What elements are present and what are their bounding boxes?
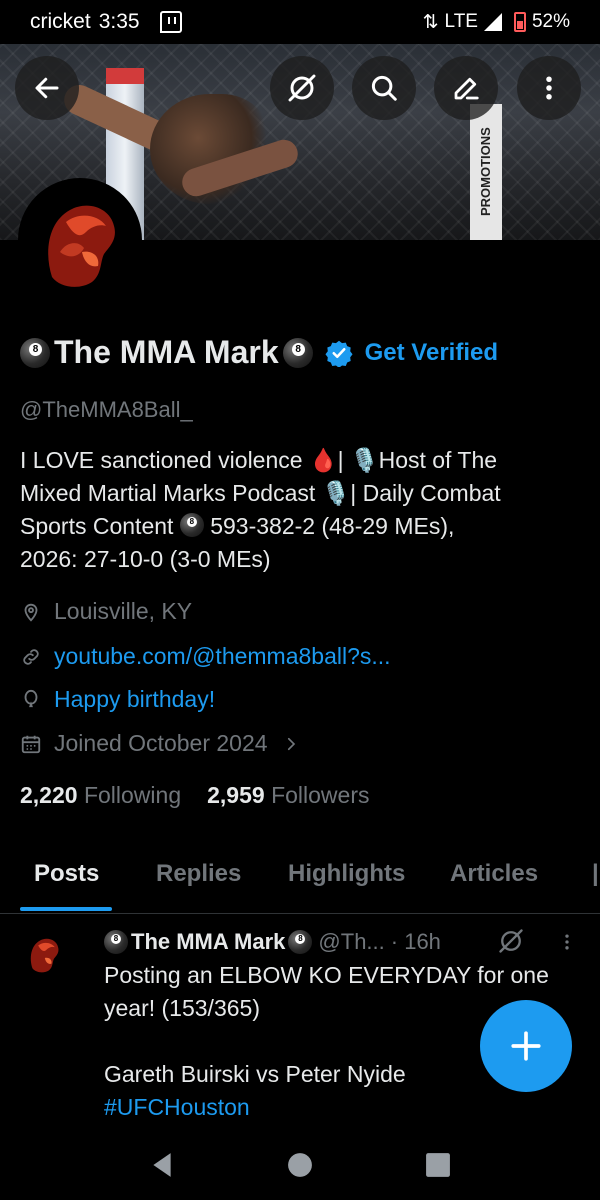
nav-back-icon[interactable] [149,1151,175,1179]
tweet-header: The MMA Mark @Th... · 16h [104,929,441,955]
following-count: 2,220 [20,782,78,808]
banner-sign: PROMOTIONS [470,104,502,240]
tweet-time: · 16h [390,929,441,954]
link-text[interactable]: youtube.com/@themma8ball?s... [54,643,391,670]
following-link[interactable]: 2,220 Following [20,782,181,809]
follow-counts: 2,220 Following 2,959 Followers [20,782,369,809]
battery-percent: 52% [531,11,570,32]
balloon-icon [24,689,38,707]
link-icon [23,648,39,665]
active-tab-indicator [20,907,112,911]
calendar-icon [21,735,41,753]
grok-icon[interactable] [497,927,525,955]
tweet-hashtag[interactable]: #UFCHouston [104,1091,584,1124]
profile-name-text: The MMA Mark [54,334,279,370]
get-verified-link[interactable]: Get Verified [365,339,498,367]
tweet-handle: @Th... [318,929,385,954]
battery-icon [513,12,526,32]
edit-button[interactable] [434,56,498,120]
edit-icon [454,77,479,100]
more-icon [546,76,552,100]
status-indicators: ⇅ LTE 52% [423,11,570,34]
eight-ball-icon [20,337,50,368]
location-text: Louisville, KY [54,598,193,624]
carrier-label: cricket [30,10,91,33]
grok-button[interactable] [270,56,334,120]
tweet-line: Posting an ELBOW KO EVERYDAY for one [104,962,549,988]
arrow-left-icon [35,77,59,99]
followers-link[interactable]: 2,959 Followers [207,782,369,809]
plus-icon [511,1031,541,1061]
compose-button[interactable] [480,1000,572,1092]
birthday-text[interactable]: Happy birthday! [54,686,215,713]
profile-location: Louisville, KY [20,598,192,625]
more-button[interactable] [517,56,581,120]
profile-joined[interactable]: Joined October 2024 [20,730,300,757]
location-pin-icon [24,603,38,622]
bio-text: 593-382-2 (48-29 MEs), [203,513,455,539]
signal-icon [483,13,502,31]
tab-replies[interactable]: Replies [156,860,241,888]
status-bar: cricket 3:35 ⇅ LTE 52% [0,0,600,44]
eight-ball-icon [179,513,204,537]
bio-line: Sports Content 593-382-2 (48-29 MEs), [20,510,585,543]
more-icon[interactable] [557,929,577,955]
tweet-avatar[interactable] [20,929,68,977]
tab-overflow[interactable]: | [592,860,600,886]
avatar-image [22,182,138,298]
followers-count: 2,959 [207,782,265,808]
followers-label: Followers [271,782,370,808]
profile-link[interactable]: youtube.com/@themma8ball?s... [20,643,391,670]
search-icon [371,75,397,101]
profile-name-row: The MMA Mark Get Verified [20,334,590,371]
chevron-right-icon [287,737,295,750]
profile-tabs: Posts Replies Highlights Articles | [0,840,600,914]
clock: 3:35 [98,10,140,33]
profile-avatar[interactable] [18,178,142,302]
bio-line: Mixed Martial Marks Podcast 🎙️| Daily Co… [20,480,501,506]
nav-recents-icon[interactable] [425,1152,451,1178]
tab-highlights[interactable]: Highlights [288,860,405,888]
profile-handle: @TheMMA8Ball_ [20,397,193,422]
nav-home-icon[interactable] [287,1152,313,1178]
tweet-author[interactable]: The MMA Mark [104,929,313,955]
back-button[interactable] [15,56,79,120]
twitch-icon [159,11,182,33]
verified-badge-icon[interactable] [325,339,353,367]
tab-articles[interactable]: Articles [450,860,538,888]
eight-ball-icon [288,930,313,954]
profile-name: The MMA Mark [20,334,313,371]
eight-ball-icon [282,337,313,368]
bio-text: Sports Content [20,513,174,539]
system-nav-bar [0,1130,600,1200]
eight-ball-icon [104,930,128,954]
tab-posts[interactable]: Posts [34,860,99,888]
joined-text: Joined October 2024 [54,730,268,756]
profile-birthday[interactable]: Happy birthday! [20,686,215,713]
following-label: Following [83,782,182,808]
bio-line: I LOVE sanctioned violence 🩸| 🎙️Host of … [20,447,498,473]
data-arrows-icon: ⇅ [422,11,439,33]
network-label: LTE [444,11,478,32]
tweet-author-name: The MMA Mark [131,929,286,954]
profile-bio: I LOVE sanctioned violence 🩸| 🎙️Host of … [20,444,585,576]
bio-line: 2026: 27-10-0 (3-0 MEs) [20,546,271,572]
search-button[interactable] [352,56,416,120]
avatar-image [20,929,68,977]
grok-icon [288,74,316,102]
